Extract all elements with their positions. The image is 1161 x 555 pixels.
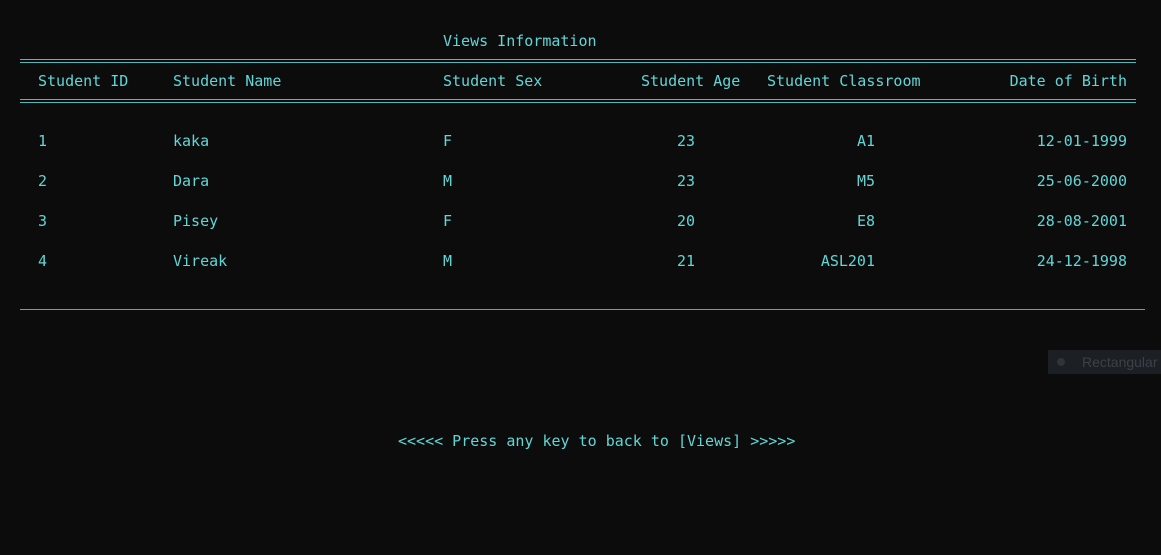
cell-age: 21 [676, 252, 695, 270]
cell-age: 20 [676, 212, 695, 230]
cell-dob: 12-01-1999 [1036, 132, 1127, 150]
cell-sex: M [443, 172, 453, 190]
cell-name: kaka [173, 132, 210, 150]
cell-classroom: M5 [856, 172, 875, 190]
column-header-dob: Date of Birth [1009, 72, 1127, 90]
cell-sex: M [443, 252, 453, 270]
cell-name: Pisey [173, 212, 219, 230]
header-bottom-divider [20, 97, 1136, 105]
table-bottom-rule [20, 309, 1145, 310]
column-header-age: Student Age [641, 72, 741, 90]
cell-id: 1 [38, 132, 48, 150]
back-prompt: <<<<< Press any key to back to [Views] >… [398, 432, 796, 450]
shape-tooltip[interactable]: Rectangular [1048, 350, 1161, 374]
cell-sex: F [443, 132, 453, 150]
cell-name: Vireak [173, 252, 228, 270]
cell-dob: 25-06-2000 [1036, 172, 1127, 190]
cell-dob: 28-08-2001 [1036, 212, 1127, 230]
cell-classroom: A1 [856, 132, 875, 150]
column-header-classroom: Student Classroom [767, 72, 921, 90]
cell-sex: F [443, 212, 453, 230]
cell-id: 4 [38, 252, 48, 270]
cell-dob: 24-12-1998 [1036, 252, 1127, 270]
tooltip-label: Rectangular [1082, 354, 1158, 370]
cell-age: 23 [676, 132, 695, 150]
column-header-id: Student ID [38, 72, 129, 90]
cell-age: 23 [676, 172, 695, 190]
cell-classroom: ASL201 [820, 252, 875, 270]
cell-classroom: E8 [856, 212, 875, 230]
circle-icon [1057, 358, 1065, 366]
header-top-divider [20, 57, 1136, 65]
cell-id: 3 [38, 212, 48, 230]
cell-name: Dara [173, 172, 210, 190]
column-header-sex: Student Sex [443, 72, 543, 90]
page-title: Views Information [443, 32, 597, 50]
column-header-name: Student Name [173, 72, 282, 90]
cell-id: 2 [38, 172, 48, 190]
